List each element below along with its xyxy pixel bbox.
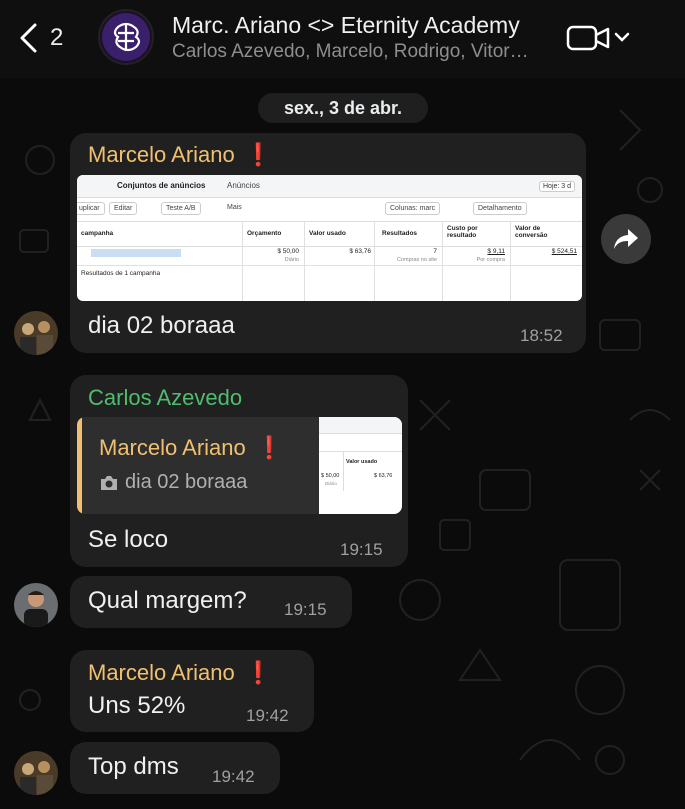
- image-column-header: Orçamento: [247, 230, 282, 237]
- image-cell: Compras no site: [396, 257, 437, 263]
- image-header-row: campanha Orçamento Valor usado Resultado…: [77, 221, 582, 247]
- image-column-header: Custo por resultado: [447, 225, 478, 239]
- image-cell: $ 63,76: [349, 248, 371, 255]
- image-summary: Resultados de 1 campanha: [81, 270, 161, 277]
- image-divider: [242, 221, 243, 301]
- quoted-sender: Marcelo Ariano ❗: [99, 435, 284, 460]
- shared-image[interactable]: Conjuntos de anúncios Anúncios Hoje: 3 d…: [77, 175, 582, 301]
- image-row-divider: [77, 265, 582, 266]
- message-text: Qual margem?: [88, 587, 247, 614]
- image-cell: Diário: [284, 257, 299, 263]
- image-divider: [304, 221, 305, 301]
- video-call-button[interactable]: [566, 24, 630, 57]
- image-toolbar: uplicar Editar Teste A/B Mais Colunas: m…: [77, 197, 582, 219]
- brain-logo-icon: [102, 13, 150, 61]
- image-divider: [442, 221, 443, 301]
- message-time: 19:15: [284, 600, 327, 619]
- image-tab: Conjuntos de anúncios: [117, 181, 206, 190]
- image-tab-bar: Conjuntos de anúncios Anúncios Hoje: 3 d: [77, 175, 582, 198]
- image-toolbar-item: Detalhamento: [473, 202, 527, 215]
- image-cell: $ 524,51: [551, 248, 577, 255]
- forward-button[interactable]: [601, 214, 651, 264]
- video-camera-icon: [566, 25, 630, 51]
- message-time: 19:15: [340, 540, 383, 559]
- quoted-thumbnail: Valor usado $ 50,00 Diário $ 63,76: [319, 417, 402, 514]
- back-button[interactable]: 2: [18, 22, 63, 54]
- sender-name[interactable]: Marcelo Ariano ❗: [88, 660, 272, 686]
- message-text: Uns 52%: [88, 692, 186, 719]
- thumb-cell: Diário: [325, 481, 337, 486]
- chat-header: 2 Marc. Ariano <> Eternity Academy Carlo…: [0, 0, 685, 78]
- group-avatar[interactable]: [98, 9, 154, 65]
- avatar[interactable]: [14, 751, 58, 795]
- quoted-text-row: dia 02 boraaa: [99, 471, 247, 494]
- message-time: 18:52: [520, 326, 563, 345]
- image-toolbar-item: Colunas: marc: [385, 202, 441, 215]
- thumb-header: [319, 417, 402, 434]
- avatar[interactable]: [14, 311, 58, 355]
- image-toolbar-item: Mais: [223, 202, 246, 213]
- image-divider: [374, 221, 375, 301]
- quoted-message[interactable]: Marcelo Ariano ❗ dia 02 boraaa Valor usad…: [77, 417, 402, 514]
- image-tab: Anúncios: [227, 181, 260, 190]
- exclamation-badge: ❗: [244, 142, 273, 167]
- image-cell: $ 50,00: [277, 248, 299, 255]
- chat-participants[interactable]: Carlos Azevedo, Marcelo, Rodrigo, Vitor…: [172, 41, 529, 63]
- thumb-vline: [343, 451, 344, 491]
- forward-icon: [614, 229, 638, 249]
- chat-title[interactable]: Marc. Ariano <> Eternity Academy: [172, 12, 520, 39]
- message-text: Top dms: [88, 753, 179, 780]
- avatar[interactable]: [14, 583, 58, 627]
- quoted-text: dia 02 boraaa: [125, 471, 248, 493]
- camera-icon: [101, 475, 117, 490]
- image-toolbar-item: Editar: [109, 202, 138, 215]
- message-time: 19:42: [212, 767, 255, 786]
- thumb-column-header: Valor usado: [346, 459, 378, 465]
- image-toolbar-item: Teste A/B: [161, 202, 201, 215]
- date-separator: sex., 3 de abr.: [258, 93, 428, 123]
- image-column-header: Valor usado: [309, 230, 346, 237]
- quote-accent-bar: [77, 417, 82, 514]
- avatar-photo: [14, 751, 58, 795]
- image-cell: Por compra: [476, 257, 505, 263]
- exclamation-badge: ❗: [255, 435, 284, 460]
- exclamation-badge: ❗: [244, 660, 273, 685]
- unread-count: 2: [50, 24, 64, 51]
- sender-name[interactable]: Carlos Azevedo: [88, 385, 242, 411]
- avatar-photo: [14, 311, 58, 355]
- avatar-photo: [14, 583, 58, 627]
- image-toolbar-item: uplicar: [77, 202, 105, 215]
- thumb-divider: [319, 451, 402, 452]
- image-column-header: Valor de conversão: [515, 225, 548, 239]
- image-cell: $ 9,11: [487, 248, 505, 255]
- image-cell: 7: [433, 248, 437, 255]
- thumb-cell: $ 63,76: [374, 473, 393, 479]
- chevron-left-icon: [20, 23, 37, 53]
- image-divider: [510, 221, 511, 301]
- image-column-header: Resultados: [382, 230, 418, 237]
- message-text: dia 02 boraaa: [88, 312, 235, 339]
- thumb-cell: $ 50,00: [321, 473, 340, 479]
- blurred-campaign-name: [91, 249, 181, 257]
- message-text: Se loco: [88, 526, 169, 553]
- image-date-button: Hoje: 3 d: [539, 181, 576, 192]
- message-time: 19:42: [246, 706, 289, 725]
- sender-name[interactable]: Marcelo Ariano ❗: [88, 142, 272, 168]
- image-column-header: campanha: [81, 230, 114, 237]
